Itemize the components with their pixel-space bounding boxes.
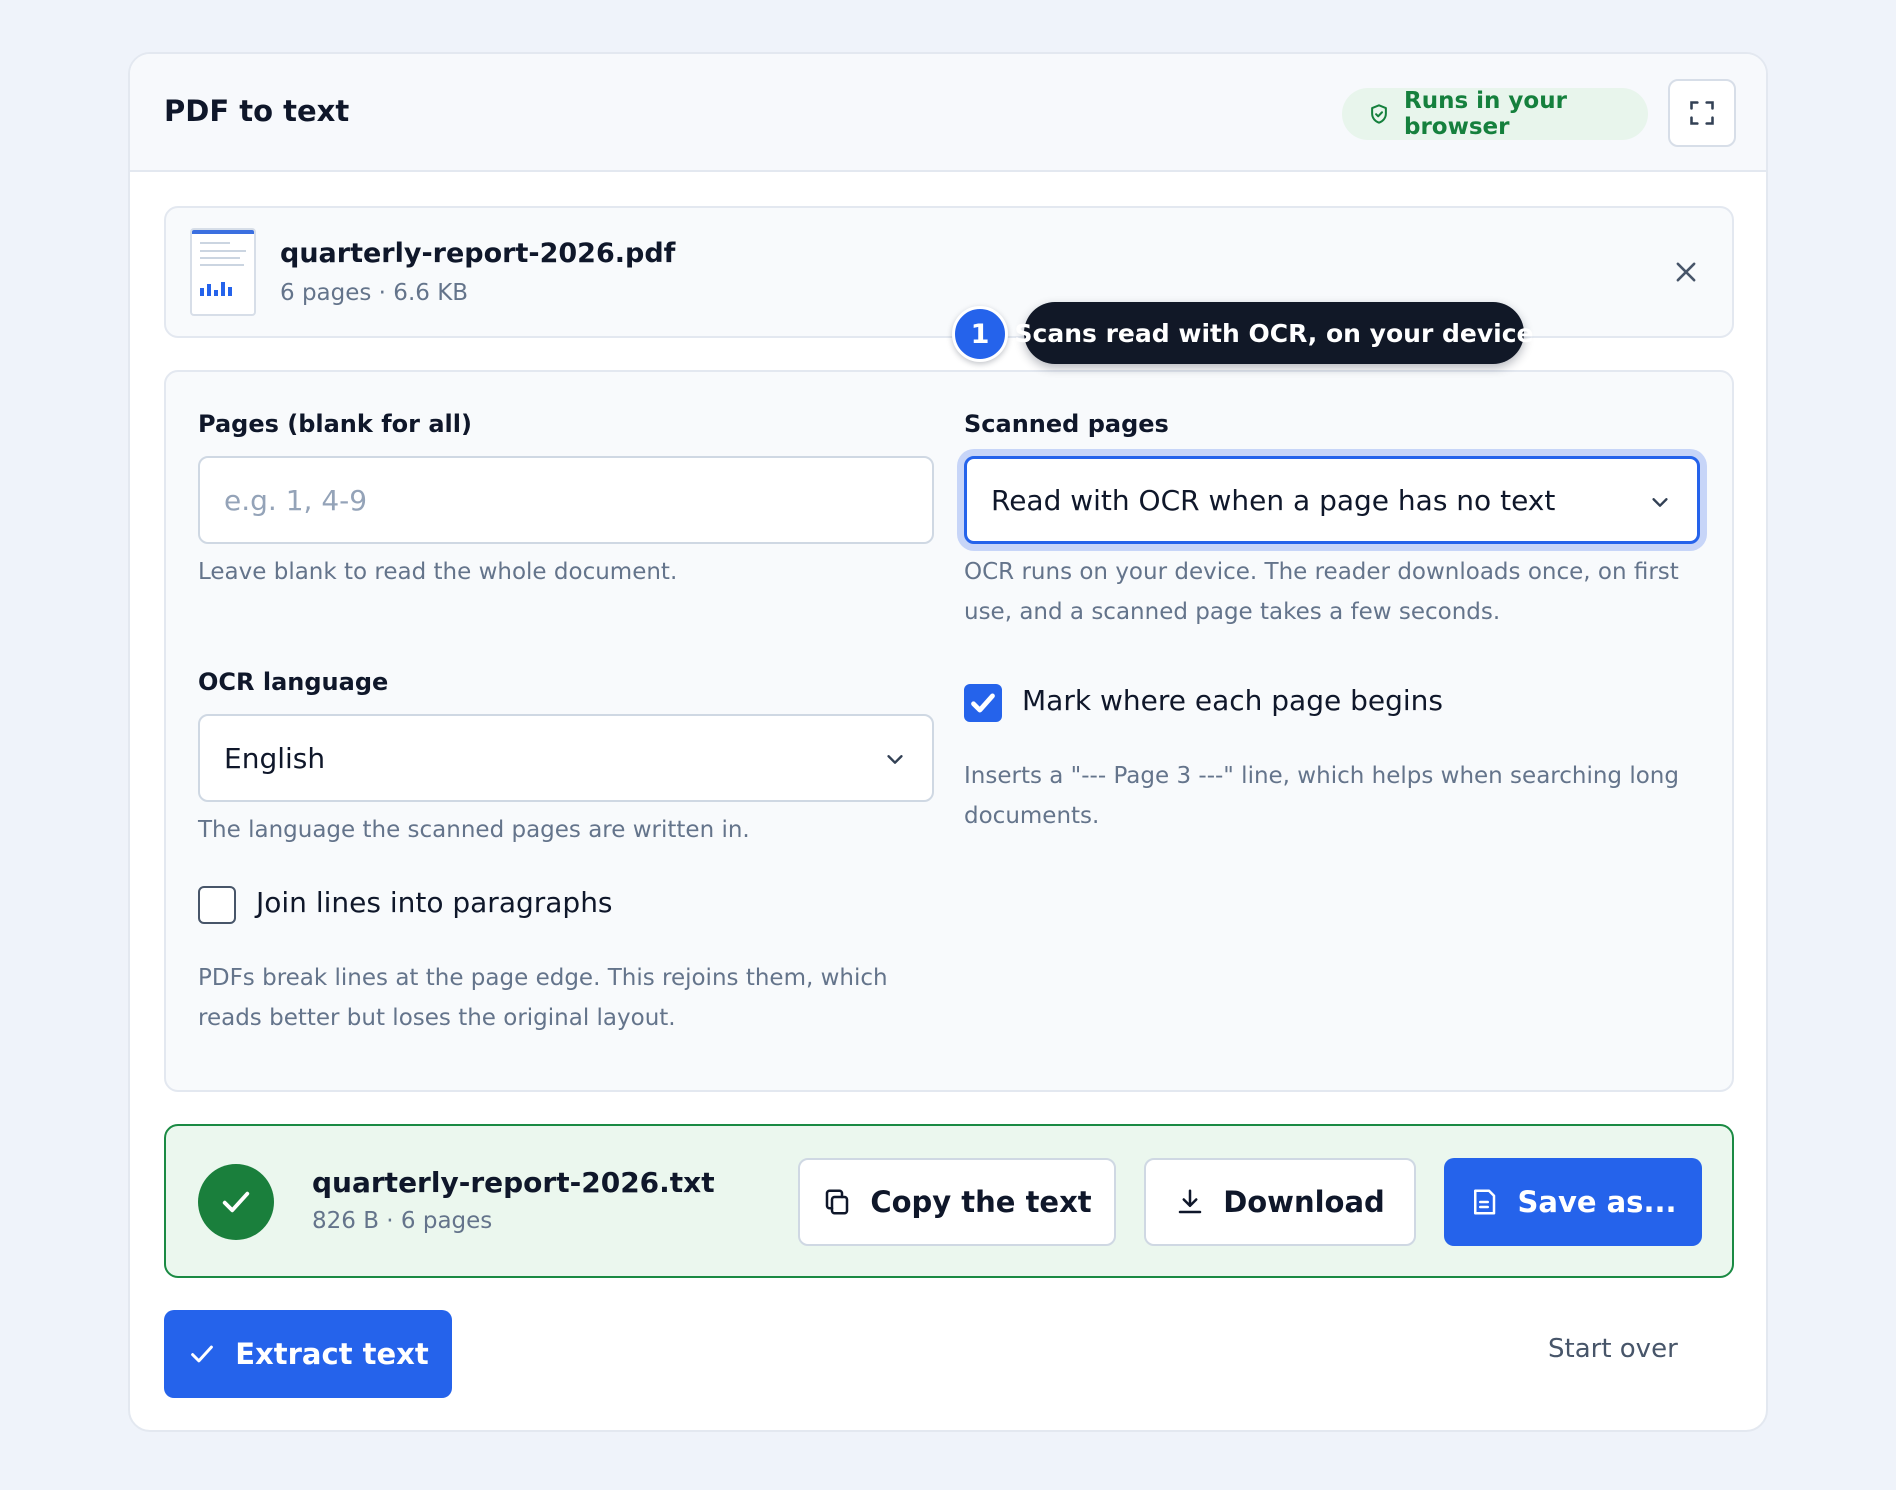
scanned-pages-select[interactable]: Read with OCR when a page has no text (964, 456, 1700, 544)
pdf-to-text-panel: PDF to text Runs in your browser quarter… (128, 52, 1768, 1432)
mark-pages-hint: Inserts a "--- Page 3 ---" line, which h… (964, 763, 1679, 829)
file-name: quarterly-report-2026.pdf (280, 238, 676, 269)
chevron-down-icon (1652, 498, 1668, 507)
ocr-language-hint: The language the scanned pages are writt… (198, 817, 750, 843)
expand-icon (1690, 101, 1714, 125)
runs-in-browser-badge: Runs in your browser (1342, 88, 1648, 140)
start-over-link[interactable]: Start over (1548, 1334, 1678, 1364)
checkmark-icon (971, 693, 995, 713)
result-card: quarterly-report-2026.txt 826 B · 6 page… (164, 1124, 1734, 1278)
options-panel: Pages (blank for all) Leave blank to rea… (164, 370, 1734, 1092)
copy-text-label: Copy the text (870, 1185, 1092, 1219)
copy-icon (826, 1189, 849, 1215)
panel-header: PDF to text Runs in your browser (130, 54, 1766, 172)
join-lines-checkbox[interactable] (198, 886, 236, 924)
remove-file-button[interactable] (1666, 252, 1706, 292)
ocr-language-value: English (224, 741, 326, 775)
close-icon (1676, 262, 1696, 282)
scanned-pages-label: Scanned pages (964, 410, 1169, 438)
file-meta: 6 pages · 6.6 KB (280, 280, 469, 306)
badge-label: Runs in your browser (1404, 88, 1567, 140)
ocr-language-select[interactable]: English (198, 714, 934, 802)
shield-check-icon (1371, 104, 1387, 124)
extract-text-button[interactable]: Extract text (164, 1310, 452, 1398)
page-title: PDF to text (164, 94, 350, 128)
mark-pages-label[interactable]: Mark where each page begins (1022, 684, 1443, 717)
scanned-pages-hint: OCR runs on your device. The reader down… (964, 559, 1679, 625)
step-number-badge: 1 (952, 306, 1008, 362)
check-icon (222, 1191, 250, 1213)
scanned-pages-value: Read with OCR when a page has no text (991, 483, 1556, 517)
output-file-name: quarterly-report-2026.txt (312, 1166, 715, 1199)
join-lines-label[interactable]: Join lines into paragraphs (256, 886, 613, 919)
download-button[interactable]: Download (1144, 1158, 1416, 1246)
ocr-tooltip: Scans read with OCR, on your device (1015, 302, 1533, 364)
download-icon (1178, 1189, 1202, 1214)
output-file-meta: 826 B · 6 pages (312, 1208, 493, 1234)
join-lines-hint: PDFs break lines at the page edge. This … (198, 965, 888, 1031)
check-icon (191, 1345, 214, 1363)
fullscreen-button[interactable] (1668, 79, 1736, 147)
extract-text-label: Extract text (235, 1337, 429, 1371)
ocr-language-label: OCR language (198, 668, 389, 696)
copy-text-button[interactable]: Copy the text (798, 1158, 1116, 1246)
save-as-label: Save as... (1517, 1185, 1677, 1219)
pages-label: Pages (blank for all) (198, 410, 472, 438)
pages-input[interactable] (198, 456, 934, 544)
save-as-button[interactable]: Save as... (1444, 1158, 1702, 1246)
success-badge (198, 1164, 274, 1240)
mark-pages-checkbox[interactable] (964, 684, 1002, 722)
save-file-icon (1474, 1189, 1496, 1215)
chevron-down-icon (887, 755, 903, 764)
download-label: Download (1223, 1185, 1385, 1219)
pdf-thumbnail (190, 228, 256, 316)
pages-hint: Leave blank to read the whole document. (198, 559, 678, 585)
